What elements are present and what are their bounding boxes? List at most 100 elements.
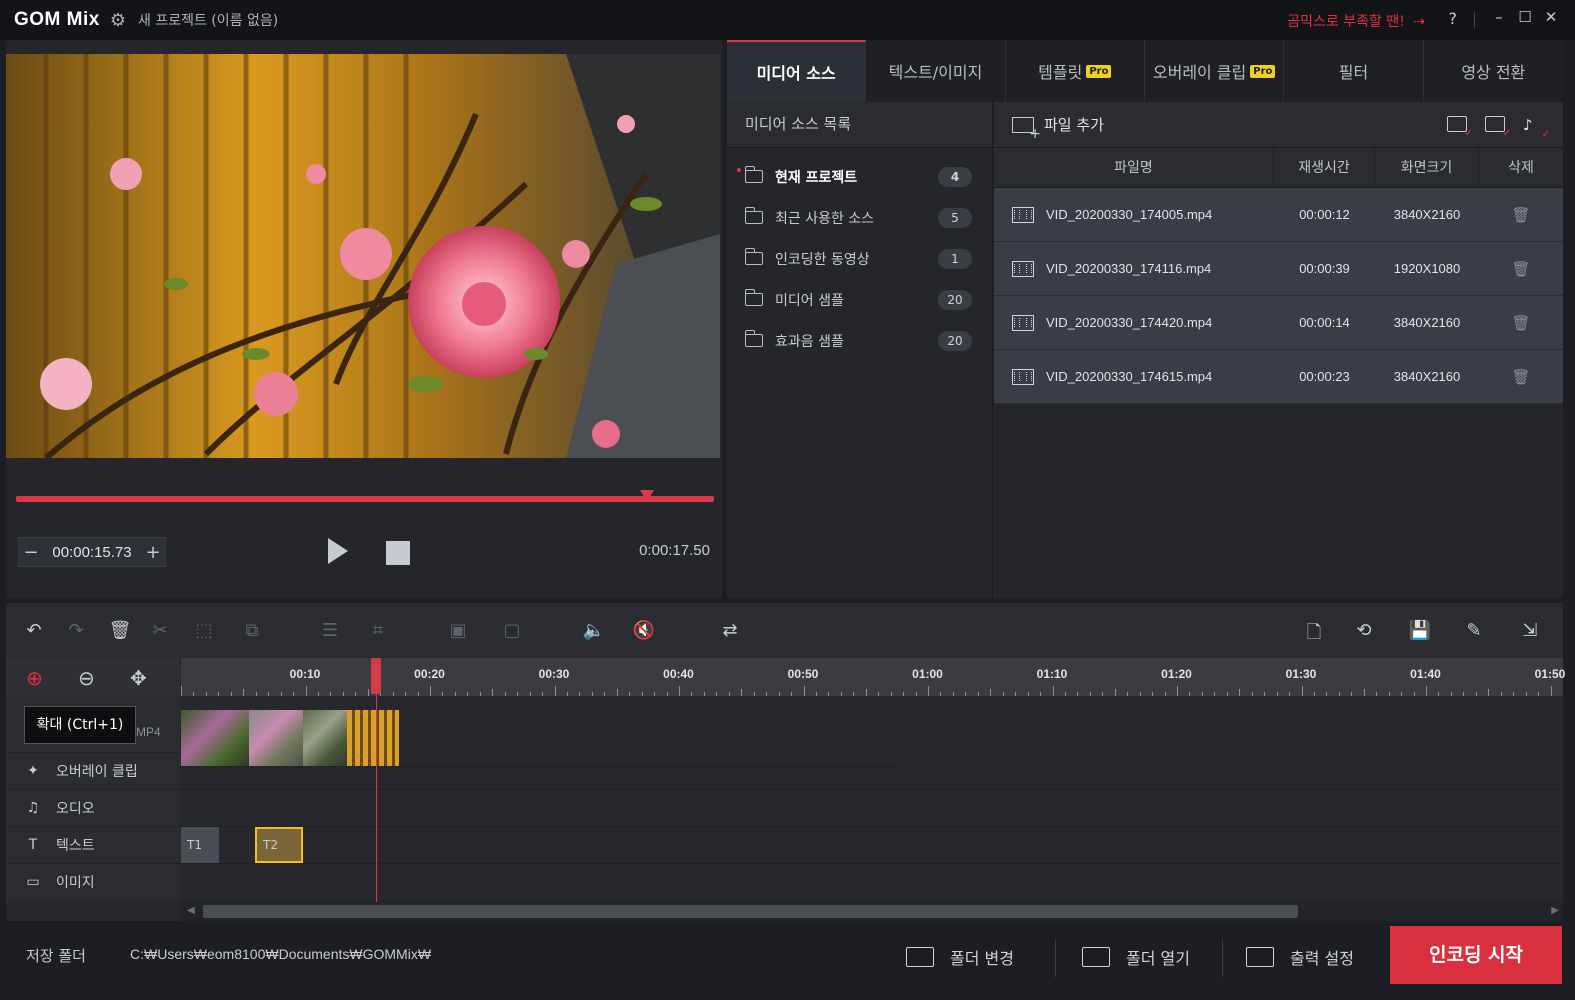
column-delete: 삭제 xyxy=(1508,159,1534,176)
arrow-right-icon: ⇢ xyxy=(1408,14,1425,30)
save-as-icon[interactable]: ✎ xyxy=(1462,620,1486,642)
source-item-sound-sample[interactable]: 효과음 샘플 20 xyxy=(727,320,992,361)
trash-icon[interactable]: 🗑 xyxy=(1479,368,1563,386)
ruler-label: 01:10 xyxy=(1036,667,1068,681)
redo-icon[interactable]: ↷ xyxy=(64,620,88,642)
tab-overlay-clip[interactable]: 오버레이 클립 Pro xyxy=(1145,40,1285,102)
scroll-left-icon[interactable]: ◀ xyxy=(187,905,195,916)
zoom-in-icon[interactable]: ⊕ xyxy=(26,666,43,690)
maximize-icon[interactable]: ☐ xyxy=(1515,8,1535,28)
open-folder-button[interactable]: 폴더 열기 xyxy=(1082,940,1190,974)
source-item-label: 효과음 샘플 xyxy=(775,333,844,350)
column-resolution[interactable]: 화면크기 xyxy=(1375,147,1479,188)
mute-icon[interactable]: 🔇 xyxy=(632,620,656,642)
table-row[interactable]: VID_20200330_174615.mp4 00:00:23 3840X21… xyxy=(994,350,1563,404)
load-project-icon[interactable]: ⟲ xyxy=(1352,620,1376,642)
timeline-panel: ↶ ↷ 🗑 ✂ ⬚ ⧉ ☰ ⌗ ▣ ▢ 🔈 🔇 ⇄ 🗋 ⟲ 💾 ✎ ⇲ ⊕ ⊖ … xyxy=(6,603,1565,921)
source-list-heading: 미디어 소스 목록 xyxy=(727,102,992,148)
column-filename[interactable]: 파일명 xyxy=(994,147,1274,188)
encode-start-button[interactable]: 인코딩 시작 xyxy=(1390,926,1562,984)
delete-icon[interactable]: 🗑 xyxy=(108,620,132,642)
tab-transition[interactable]: 영상 전환 xyxy=(1424,40,1563,102)
file-name: VID_20200330_174116.mp4 xyxy=(1046,261,1212,276)
current-time[interactable]: 00:00:15.73 xyxy=(43,544,141,561)
replace-clip-icon[interactable]: ⇄ xyxy=(718,620,742,642)
source-item-current-project[interactable]: 현재 프로젝트 4 xyxy=(727,156,992,197)
video-track-format: MP4 xyxy=(136,725,161,739)
table-row[interactable]: VID_20200330_174420.mp4 00:00:14 3840X21… xyxy=(994,296,1563,350)
save-project-icon[interactable]: 💾 xyxy=(1408,620,1432,642)
tab-label: 필터 xyxy=(1338,63,1369,82)
source-item-media-sample[interactable]: 미디어 샘플 20 xyxy=(727,279,992,320)
output-settings-button[interactable]: 출력 설정 xyxy=(1246,940,1354,974)
tab-text-image[interactable]: 텍스트/이미지 xyxy=(866,40,1006,102)
tab-filter[interactable]: 필터 xyxy=(1284,40,1424,102)
select-video-icon[interactable] xyxy=(1447,116,1473,139)
minimize-icon[interactable]: – xyxy=(1489,8,1509,28)
scroll-right-icon[interactable]: ▶ xyxy=(1551,905,1559,916)
export-project-icon[interactable]: ⇲ xyxy=(1518,620,1542,642)
scroll-thumb[interactable] xyxy=(203,905,1298,918)
text-clip[interactable]: T2 xyxy=(255,827,303,863)
text-clip[interactable]: T1 xyxy=(181,827,219,863)
playhead-handle[interactable] xyxy=(371,658,381,694)
overlay-track[interactable] xyxy=(181,753,1563,790)
minus-icon[interactable]: − xyxy=(19,542,43,563)
trash-icon[interactable]: 🗑 xyxy=(1479,314,1563,332)
cut-icon[interactable]: ✂ xyxy=(148,620,172,642)
playback-scrubber[interactable] xyxy=(16,490,714,502)
volume-icon[interactable]: 🔈 xyxy=(582,620,606,642)
trash-icon[interactable]: 🗑 xyxy=(1479,206,1563,224)
promo-label[interactable]: 곰믹스로 부족할 땐! xyxy=(1287,14,1405,30)
ruler-label: 01:00 xyxy=(912,667,943,681)
app-logo: GOM Mix xyxy=(14,9,100,30)
file-duration: 00:00:14 xyxy=(1299,315,1350,330)
select-range-icon[interactable]: ⬚ xyxy=(192,620,216,642)
scrubber-handle[interactable] xyxy=(640,490,654,502)
tab-media-source[interactable]: 미디어 소스 xyxy=(727,40,867,102)
ruler-tick xyxy=(990,689,992,696)
close-icon[interactable]: ✕ xyxy=(1541,8,1561,28)
select-image-icon[interactable] xyxy=(1485,116,1511,139)
new-project-icon[interactable]: 🗋 xyxy=(1302,620,1326,643)
image-edit-icon[interactable]: ▢ xyxy=(500,620,524,642)
table-row[interactable]: VID_20200330_174005.mp4 00:00:12 3840X21… xyxy=(994,188,1563,242)
ruler-label: 00:10 xyxy=(289,667,321,681)
source-item-label: 인코딩한 동영상 xyxy=(775,251,870,268)
video-preview[interactable] xyxy=(6,54,720,458)
play-icon[interactable] xyxy=(328,538,348,564)
image-track[interactable] xyxy=(181,864,1563,901)
stop-icon[interactable] xyxy=(386,541,410,565)
source-item-recent[interactable]: 최근 사용한 소스 5 xyxy=(727,197,992,238)
add-file-button[interactable]: 파일 추가 xyxy=(1044,114,1104,135)
split-icon[interactable]: ⧉ xyxy=(240,620,264,642)
timeline-scrollbar[interactable]: ◀ ▶ xyxy=(181,902,1563,921)
help-button[interactable]: ? xyxy=(1449,9,1458,28)
undo-icon[interactable]: ↶ xyxy=(22,620,46,642)
crop-icon[interactable]: ⌗ xyxy=(366,620,390,642)
source-item-encoded[interactable]: 인코딩한 동영상 1 xyxy=(727,238,992,279)
tab-template[interactable]: 템플릿 Pro xyxy=(1006,40,1145,102)
playhead-line xyxy=(376,694,377,902)
add-file-icon[interactable] xyxy=(1012,116,1041,142)
count-badge: 20 xyxy=(938,330,972,351)
text-track[interactable]: T1 T2 xyxy=(181,827,1563,864)
column-duration[interactable]: 재생시간 xyxy=(1274,147,1375,188)
promo-link[interactable]: 곰믹스로 부족할 땐! ⇢ xyxy=(1287,11,1425,31)
adjust-icon[interactable]: ☰ xyxy=(318,620,342,642)
zoom-out-icon[interactable]: ⊖ xyxy=(78,666,95,690)
ruler-tick xyxy=(1363,689,1365,696)
image-insert-icon[interactable]: ▣ xyxy=(446,620,470,642)
trash-icon[interactable]: 🗑 xyxy=(1479,260,1563,278)
audio-track[interactable] xyxy=(181,790,1563,827)
file-list-header: 파일 추가 ♪ xyxy=(994,102,1563,148)
fit-icon[interactable]: ✥ xyxy=(130,666,147,690)
table-row[interactable]: VID_20200330_174116.mp4 00:00:39 1920X10… xyxy=(994,242,1563,296)
ruler-tick xyxy=(741,689,743,696)
settings-gear-icon[interactable]: ⚙ xyxy=(110,10,126,31)
change-folder-button[interactable]: 폴더 변경 xyxy=(906,940,1014,974)
time-ruler[interactable]: 00:10 00:20 00:30 00:40 00:50 01:00 01:10 01:20… xyxy=(181,658,1565,696)
time-stepper[interactable]: − 00:00:15.73 + xyxy=(18,537,166,567)
plus-icon[interactable]: + xyxy=(141,542,165,563)
select-audio-icon[interactable]: ♪ xyxy=(1523,116,1550,140)
